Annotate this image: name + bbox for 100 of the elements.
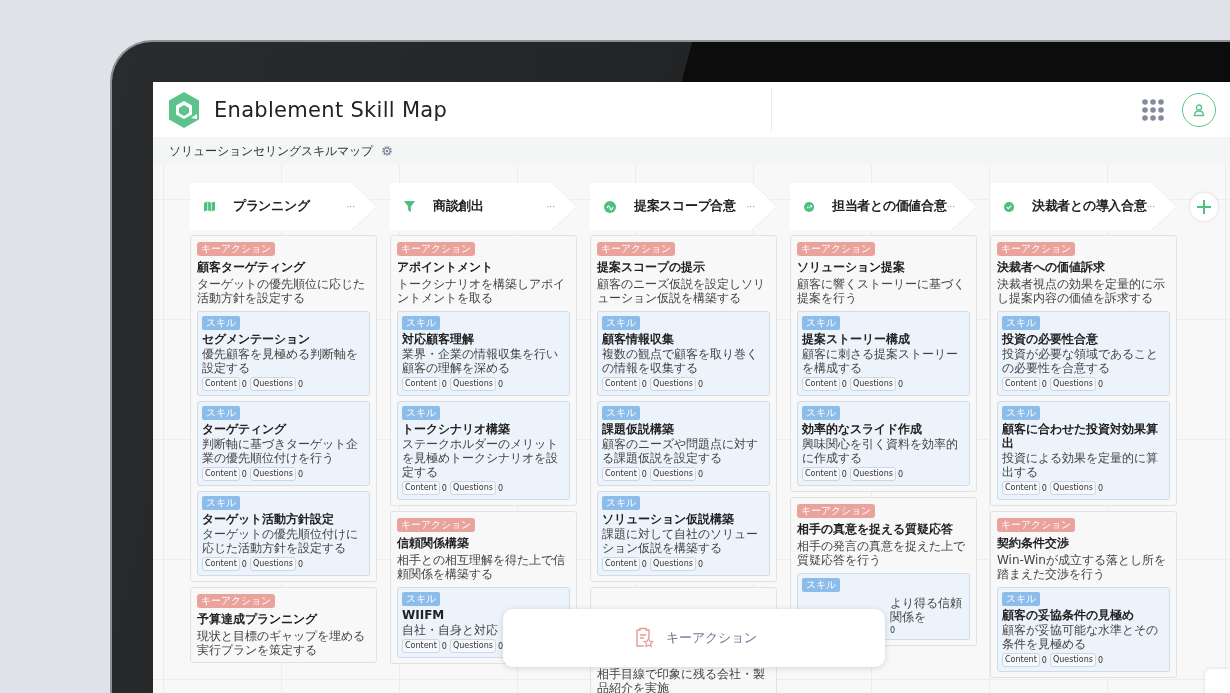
skill-badge: スキル xyxy=(202,406,240,420)
stat-label: Content xyxy=(802,467,840,481)
key-action-title: 提案スコープの提示 xyxy=(597,260,706,274)
skill-title: ソリューション仮説構築 xyxy=(602,512,735,526)
plus-icon xyxy=(1196,199,1212,215)
skill-badge: スキル xyxy=(1002,316,1040,330)
stage-title: プランニング xyxy=(233,198,310,215)
key-action-badge: キーアクション xyxy=(397,242,475,256)
key-action-description: 顧客のニーズ仮説を設定しソリューション仮説を構築する xyxy=(597,277,766,305)
stat-count: 0 xyxy=(1041,655,1047,665)
stat-count: 0 xyxy=(297,559,303,569)
key-action-card[interactable]: キーアクション アポイントメント トークシナリオを構築しアポイントメントを取る スキル 対応顧客理解 業界・企業の情報収集を行い顧客の理解を深める Content 0 Questions 0 スキル トークシナリオ構築 ステークホルダーのメリットを見極めトークシナリオを設定する Content 0 Questions 0 xyxy=(390,235,577,506)
stat-count: 0 xyxy=(441,379,447,389)
skill-description: 顧客のニーズや問題点に対する課題仮説を設定する xyxy=(602,437,759,465)
stat-label: Questions xyxy=(449,639,496,653)
apps-grid-icon[interactable] xyxy=(1142,98,1164,121)
stat-label: Questions xyxy=(1049,377,1096,391)
key-action-description: 顧客に響くストーリーに基づく提案を行う xyxy=(797,277,966,305)
skill-card[interactable]: スキル 提案ストーリー構成 顧客に刺さる提案ストーリーを構成する Content 0 Questions 0 xyxy=(797,311,970,396)
stat-count: 0 xyxy=(297,379,303,389)
skill-title: ターゲティング xyxy=(202,422,288,436)
stat-count: 0 xyxy=(297,469,303,479)
map-title: ソリューションセリングスキルマップ xyxy=(169,142,373,160)
stat-count: 0 xyxy=(1097,483,1103,493)
skill-description: 業界・企業の情報収集を行い顧客の理解を深める xyxy=(402,347,559,375)
skill-card[interactable]: スキル 顧客に合わせた投資対効果算出 投資による効果を定量的に算出する Content 0 Questions 0 xyxy=(997,401,1170,500)
stat-count: 0 xyxy=(890,626,896,635)
skill-card[interactable]: スキル 顧客の妥協条件の見極め 顧客が妥協可能な水準とその条件を見極める Content 0 Questions 0 xyxy=(997,587,1170,672)
key-action-card[interactable] xyxy=(190,235,377,582)
key-action-title: 予算達成プランニング xyxy=(197,612,319,626)
skill-badge: スキル xyxy=(802,578,840,592)
key-action-badge: キーアクション xyxy=(997,518,1075,532)
stage-header[interactable]: 商談創出 ··· xyxy=(390,183,577,230)
stat-label: Content xyxy=(202,557,240,571)
stat-label: Questions xyxy=(249,467,296,481)
key-action-description: 決裁者視点の効果を定量的に示し提案内容の価値を訴求する xyxy=(997,277,1166,305)
stage-header[interactable]: プランニング ··· xyxy=(190,183,377,230)
skill-description: 自社・自身と対応 xyxy=(402,623,499,637)
skill-description: より得る信頼関係を xyxy=(889,596,963,624)
filter-icon xyxy=(404,201,415,212)
stat-count: 0 xyxy=(841,469,847,479)
key-action-card[interactable]: キーアクション ソリューション提案 顧客に響くストーリーに基づく提案を行う スキル 提案ストーリー構成 顧客に刺さる提案ストーリーを構成する Content 0 Questions 0 スキル 効率的なスライド作成 興味関心を引く資料を効率的に作成する Content 0 Questions 0 xyxy=(790,235,977,492)
skill-card[interactable]: スキル 顧客情報収集 複数の観点で顧客を取り巻くの情報を収集する Content 0 Questions 0 xyxy=(597,311,770,396)
key-action-title: 顧客ターゲティング xyxy=(197,260,307,274)
skill-card[interactable]: スキル セグメンテーション 優先顧客を見極める判断軸を設定する Content 0 Questions 0 xyxy=(197,311,370,396)
key-action-title: 決裁者への価値訴求 xyxy=(997,260,1106,274)
skill-card[interactable]: スキル ターゲティング 判断軸に基づきターゲット企業の優先順位付けを行う Content 0 Questions 0 xyxy=(197,401,370,486)
skill-description: 興味関心を引く資料を効率的に作成する xyxy=(802,437,959,465)
skill-card[interactable]: スキル 課題仮説構築 顧客のニーズや問題点に対する課題仮説を設定する Content 0 Questions 0 xyxy=(597,401,770,486)
stat-count: 0 xyxy=(697,379,703,389)
key-action-tool[interactable]: キーアクション xyxy=(665,629,757,647)
logo-icon xyxy=(167,90,201,129)
key-action-title: 信頼関係構築 xyxy=(397,536,470,550)
stat-label: Questions xyxy=(249,377,296,391)
stat-label: Content xyxy=(402,639,440,653)
stat-label: Questions xyxy=(249,557,296,571)
stat-label: Questions xyxy=(849,467,896,481)
settings-icon[interactable] xyxy=(381,145,393,157)
skill-card[interactable]: スキル 投資の必要性合意 投資が必要な領域であることの必要性を合意する Content 0 Questions 0 xyxy=(997,311,1170,396)
key-action-description: 相手の発言の真意を捉えた上で質疑応答を行う xyxy=(797,539,966,567)
stat-label: Content xyxy=(1002,653,1040,667)
stat-count: 0 xyxy=(1097,379,1103,389)
add-stage-button[interactable] xyxy=(1190,193,1218,221)
key-action-description: 相手との相互理解を得た上で信頼関係を構築する xyxy=(397,553,566,581)
skill-card[interactable]: スキル 対応顧客理解 業界・企業の情報収集を行い顧客の理解を深める Content 0 Questions 0 xyxy=(397,311,570,396)
skill-badge: スキル xyxy=(1002,592,1040,606)
skill-title: 課題仮説構築 xyxy=(602,422,675,436)
key-action-card[interactable] xyxy=(590,235,777,582)
skill-card[interactable]: スキル トークシナリオ構築 ステークホルダーのメリットを見極めトークシナリオを設定する Content 0 Questions 0 xyxy=(397,401,570,500)
stat-count: 0 xyxy=(1041,379,1047,389)
stat-label: Content xyxy=(1002,377,1040,391)
skill-card[interactable]: スキル ソリューション仮説構築 課題に対して自社のソリューション仮説を構築する Content 0 Questions 0 xyxy=(597,491,770,576)
stat-label: Questions xyxy=(1049,481,1096,495)
skill-title: 顧客情報収集 xyxy=(602,332,675,346)
skill-card[interactable]: スキル 効率的なスライド作成 興味関心を引く資料を効率的に作成する Content 0 Questions 0 xyxy=(797,401,970,486)
skill-description: 顧客に刺さる提案ストーリーを構成する xyxy=(802,347,959,375)
stat-count: 0 xyxy=(641,559,647,569)
skill-title: セグメンテーション xyxy=(202,332,311,346)
stat-label: Questions xyxy=(649,377,696,391)
key-action-card[interactable]: キーアクション 予算達成プランニング 現状と目標のギャップを埋める実行プランを策定する xyxy=(190,587,377,663)
stage-header[interactable]: 決裁者との導入合意··· xyxy=(990,183,1177,230)
skill-badge: スキル xyxy=(602,496,640,510)
key-action-card[interactable]: キーアクション 決裁者への価値訴求 決裁者視点の効果を定量的に示し提案内容の価値を訴求する スキル 投資の必要性合意 投資が必要な領域であることの必要性を合意する Content 0 Questions 0 スキル 顧客に合わせた投資対効果算出 投資による効果を定量的に算出する Content 0 Questions 0 xyxy=(990,235,1177,506)
stat-count: 0 xyxy=(641,379,647,389)
stage-header[interactable]: 提案スコープ合意 ··· xyxy=(590,183,777,230)
check-icon xyxy=(1004,200,1015,213)
skill-title: 対応顧客理解 xyxy=(402,332,475,346)
key-action-card[interactable]: キーアクション 契約条件交渉 Win-Winが成立する落とし所を踏まえた交渉を行う スキル 顧客の妥協条件の見極め 顧客が妥協可能な水準とその条件を見極める Content 0 Questions 0 xyxy=(990,511,1177,678)
stat-label: Content xyxy=(202,377,240,391)
stat-label: Content xyxy=(1002,481,1040,495)
key-action-title: 契約条件交渉 xyxy=(997,536,1070,550)
stage-header[interactable]: 担当者との価値合意··· xyxy=(790,183,977,230)
stat-label: Content xyxy=(602,557,640,571)
skill-card[interactable]: スキル ターゲット活動方針設定 ターゲットの優先順位付けに応じた活動方針を設定する Content 0 Questions 0 xyxy=(197,491,370,576)
skill-title: 顧客に合わせた投資対効果算出 xyxy=(1002,422,1159,450)
stat-label: Content xyxy=(402,377,440,391)
skill-badge: スキル xyxy=(402,406,440,420)
stat-label: Questions xyxy=(649,557,696,571)
map-icon xyxy=(204,201,215,212)
key-action-badge: キーアクション xyxy=(597,242,675,256)
